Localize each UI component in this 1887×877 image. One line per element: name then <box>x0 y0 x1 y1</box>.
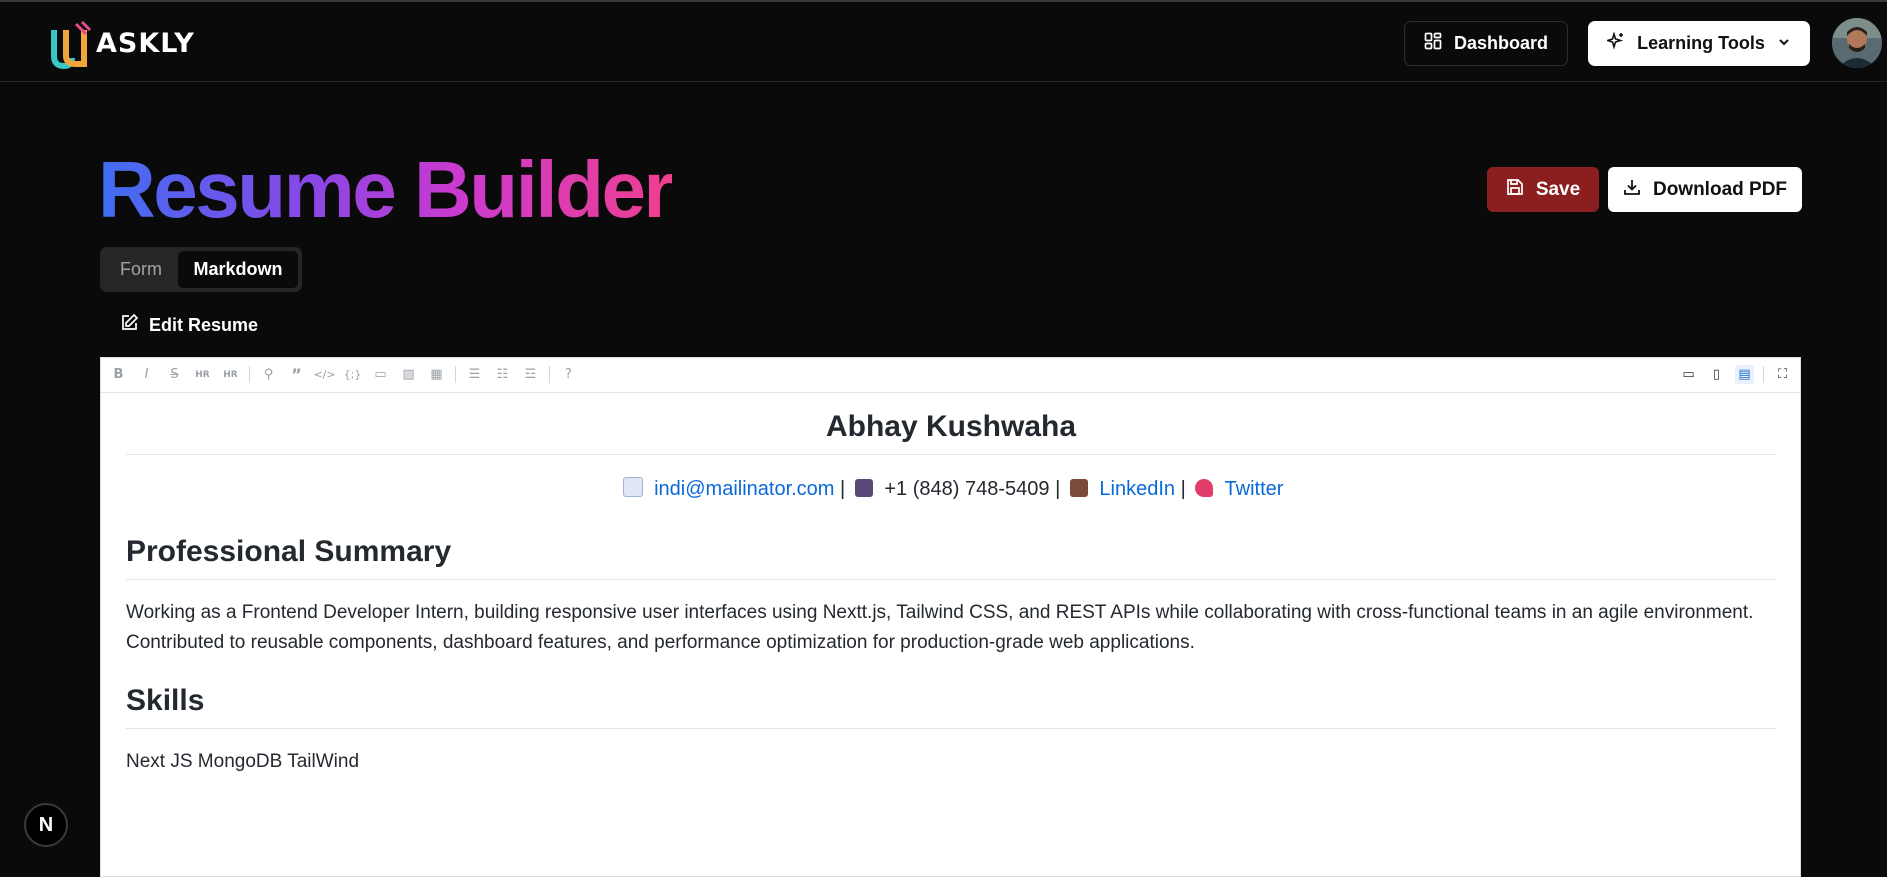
page-title: Resume Builder <box>98 145 675 234</box>
editor-mode-tabs: Form Markdown <box>100 247 302 292</box>
resume-name: Abhay Kushwaha <box>126 410 1776 455</box>
save-label: Save <box>1535 178 1581 200</box>
chevron-down-icon <box>1777 33 1791 54</box>
phone-number: +1 (848) 748-5409 <box>884 478 1050 500</box>
dashboard-button[interactable]: Dashboard <box>1404 21 1568 66</box>
markdown-editor: B I S HR HR ⚲ ” </> {;} ▭ ▨ ▦ ☰ ☷ ☲ ? ▭ … <box>100 357 1801 877</box>
checklist-icon[interactable]: ☲ <box>521 365 540 384</box>
fullscreen-icon[interactable]: ⛶ <box>1773 365 1792 384</box>
quote-icon[interactable]: ” <box>287 365 306 384</box>
sparkles-icon <box>1605 31 1625 55</box>
dashboard-label: Dashboard <box>1453 33 1549 53</box>
save-button[interactable]: Save <box>1487 167 1599 212</box>
skills-heading: Skills <box>126 684 1776 729</box>
preview-mode-icon[interactable]: ▤ <box>1735 365 1754 384</box>
phone-icon <box>854 479 873 497</box>
edit-icon <box>120 313 139 337</box>
skills-text: Next JS MongoDB TailWind <box>126 751 360 772</box>
bird-icon <box>1195 479 1214 497</box>
unordered-list-icon[interactable]: ☰ <box>465 365 484 384</box>
summary-text: Working as a Frontend Developer Intern, … <box>126 602 1754 653</box>
dashboard-grid-icon <box>1424 32 1442 55</box>
editor-toolbar: B I S HR HR ⚲ ” </> {;} ▭ ▨ ▦ ☰ ☷ ☲ ? ▭ … <box>101 358 1800 393</box>
separator: | <box>840 478 846 500</box>
code-block-icon[interactable]: {;} <box>343 365 362 384</box>
nextjs-dev-badge[interactable]: N <box>24 803 68 847</box>
toolbar-divider <box>455 366 456 383</box>
image-icon[interactable]: ▨ <box>399 365 418 384</box>
download-pdf-button[interactable]: Download PDF <box>1608 167 1802 212</box>
help-icon[interactable]: ? <box>559 365 578 384</box>
strikethrough-icon[interactable]: S <box>165 365 184 384</box>
comment-icon[interactable]: ▭ <box>371 365 390 384</box>
markdown-preview: Abhay Kushwaha indi@mailinator.com | +1 … <box>126 392 1776 777</box>
askly-logo[interactable]: ASKLY <box>46 16 216 72</box>
briefcase-icon <box>1069 479 1088 497</box>
toolbar-divider <box>249 366 250 383</box>
bold-icon[interactable]: B <box>109 365 128 384</box>
learning-tools-label: Learning Tools <box>1637 33 1765 53</box>
toolbar-divider <box>549 366 550 383</box>
italic-icon[interactable]: I <box>137 365 156 384</box>
download-pdf-label: Download PDF <box>1652 178 1788 200</box>
download-icon <box>1623 178 1641 202</box>
heading-size-icon[interactable]: HR <box>221 365 240 384</box>
edit-resume-heading: Edit Resume <box>120 313 258 337</box>
twitter-link[interactable]: Twitter <box>1225 478 1284 500</box>
edit-mode-icon[interactable]: ▭ <box>1679 365 1698 384</box>
edit-resume-label: Edit Resume <box>149 314 259 335</box>
code-icon[interactable]: </> <box>313 365 335 384</box>
top-navbar: ASKLY Dashboard Learning Tools <box>0 0 1887 82</box>
logo-text: ASKLY <box>96 28 195 59</box>
learning-tools-dropdown[interactable]: Learning Tools <box>1588 21 1810 66</box>
live-mode-icon[interactable]: ▯ <box>1707 365 1726 384</box>
save-icon <box>1506 178 1524 202</box>
tab-form[interactable]: Form <box>104 251 178 288</box>
link-icon[interactable]: ⚲ <box>259 365 278 384</box>
contact-line: indi@mailinator.com | +1 (848) 748-5409 … <box>126 477 1776 501</box>
linkedin-link[interactable]: LinkedIn <box>1099 478 1175 500</box>
separator: | <box>1180 478 1186 500</box>
tab-markdown[interactable]: Markdown <box>178 251 298 288</box>
email-link[interactable]: indi@mailinator.com <box>654 478 834 500</box>
toolbar-divider <box>1763 366 1764 383</box>
summary-heading: Professional Summary <box>126 535 1776 580</box>
user-avatar[interactable] <box>1832 18 1882 68</box>
ordered-list-icon[interactable]: ☷ <box>493 365 512 384</box>
email-icon <box>622 477 643 497</box>
heading-icon[interactable]: HR <box>193 365 212 384</box>
table-icon[interactable]: ▦ <box>427 365 446 384</box>
separator: | <box>1055 478 1061 500</box>
